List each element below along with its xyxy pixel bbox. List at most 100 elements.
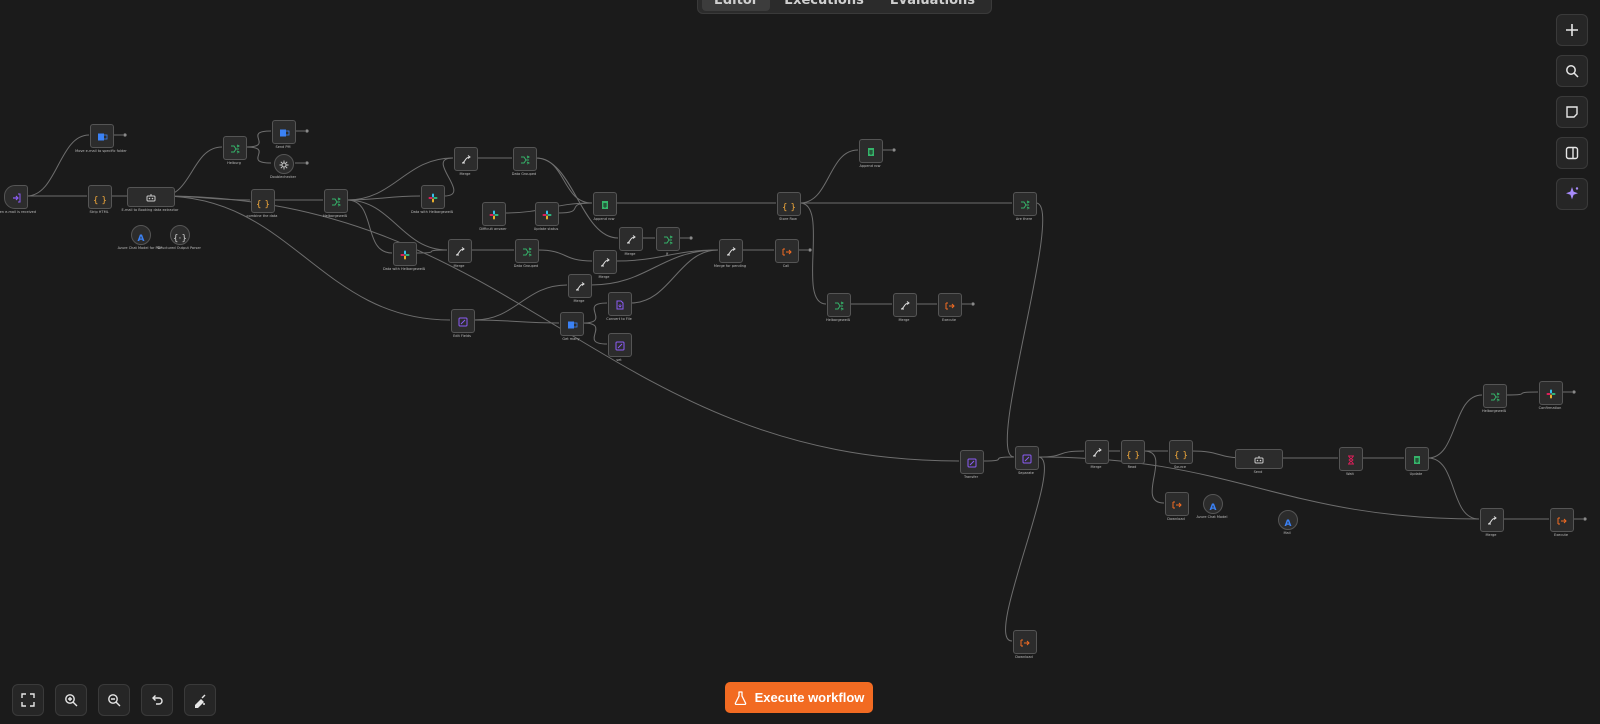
ai-assistant-button[interactable] <box>1556 178 1588 210</box>
workflow-node[interactable]: { } <box>1121 440 1145 464</box>
slack-icon <box>428 188 438 207</box>
undo-button[interactable] <box>141 684 173 716</box>
execute-workflow-button[interactable]: Execute workflow <box>725 682 873 713</box>
workflow-node[interactable]: { } <box>251 189 275 213</box>
connection-edge[interactable] <box>1143 450 1165 504</box>
workflow-node[interactable] <box>593 192 617 216</box>
workflow-node[interactable] <box>560 312 584 336</box>
panel-toggle-button[interactable] <box>1556 137 1588 169</box>
connection-edge[interactable] <box>1427 394 1483 459</box>
output-handle[interactable] <box>123 133 127 137</box>
slack-icon <box>400 245 410 264</box>
tidy-up-button[interactable] <box>184 684 216 716</box>
zoom-in-button[interactable] <box>55 684 87 716</box>
switch-icon <box>230 139 241 158</box>
output-handle[interactable] <box>305 129 309 133</box>
workflow-node[interactable] <box>454 147 478 171</box>
workflow-canvas[interactable] <box>0 0 1600 724</box>
output-handle[interactable] <box>892 148 896 152</box>
workflow-node[interactable] <box>90 124 114 148</box>
connection-edge[interactable] <box>537 249 593 262</box>
workflow-node[interactable] <box>608 292 632 316</box>
connection-edge[interactable] <box>1037 450 1085 458</box>
workflow-node[interactable] <box>274 154 294 174</box>
node-label: Execute <box>942 318 956 322</box>
node-label: Source <box>1173 465 1187 469</box>
workflow-node[interactable] <box>513 147 537 171</box>
workflow-node[interactable] <box>593 250 617 274</box>
connection-edge[interactable] <box>982 456 1015 462</box>
workflow-node[interactable] <box>619 227 643 251</box>
fit-view-button[interactable] <box>12 684 44 716</box>
workflow-node[interactable] <box>127 187 175 207</box>
connection-edge[interactable] <box>1006 202 1044 458</box>
workflow-node[interactable] <box>515 239 539 263</box>
workflow-node[interactable] <box>421 185 445 209</box>
node-label: Update status <box>533 227 559 231</box>
workflow-node[interactable] <box>1235 449 1283 469</box>
workflow-node[interactable] <box>568 274 592 298</box>
output-handle[interactable] <box>689 236 693 240</box>
output-handle[interactable] <box>1572 390 1576 394</box>
workflow-node[interactable]: { } <box>88 185 112 209</box>
connection-edge[interactable] <box>26 134 90 197</box>
sticky-note-button[interactable] <box>1556 96 1588 128</box>
connection-edge[interactable] <box>799 149 859 204</box>
workflow-node[interactable] <box>1405 447 1429 471</box>
workflow-node[interactable] <box>1015 446 1039 470</box>
workflow-node[interactable]: A <box>1278 510 1298 530</box>
workflow-node[interactable] <box>324 189 348 213</box>
output-handle[interactable] <box>808 248 812 252</box>
output-handle[interactable] <box>971 302 975 306</box>
connection-edge[interactable] <box>557 202 593 214</box>
workflow-node[interactable]: {·} <box>170 225 190 245</box>
workflow-node[interactable]: { } <box>777 192 801 216</box>
add-node-button[interactable] <box>1556 14 1588 46</box>
exec-icon <box>1172 495 1182 514</box>
workflow-node[interactable] <box>775 239 799 263</box>
workflow-node[interactable] <box>482 202 506 226</box>
workflow-node[interactable] <box>1339 447 1363 471</box>
workflow-node[interactable]: A <box>1203 494 1223 514</box>
workflow-node[interactable] <box>938 293 962 317</box>
node-label: Store Row <box>779 217 797 221</box>
workflow-node[interactable] <box>1480 508 1504 532</box>
tab-editor[interactable]: Editor <box>702 0 771 11</box>
connection-edge[interactable] <box>1005 456 1045 642</box>
workflow-node[interactable] <box>1483 384 1507 408</box>
workflow-node[interactable] <box>960 450 984 474</box>
tab-evaluations[interactable]: Evaluations <box>878 0 987 11</box>
workflow-node[interactable] <box>1013 192 1037 216</box>
workflow-node[interactable] <box>719 239 743 263</box>
workflow-node[interactable] <box>1085 440 1109 464</box>
workflow-node[interactable] <box>1550 508 1574 532</box>
workflow-node[interactable] <box>893 293 917 317</box>
workflow-node[interactable] <box>1013 630 1037 654</box>
tab-executions[interactable]: Executions <box>772 0 876 11</box>
connection-edge[interactable] <box>1427 457 1480 520</box>
workflow-node[interactable] <box>608 333 632 357</box>
zoom-out-button[interactable] <box>98 684 130 716</box>
workflow-node[interactable] <box>859 139 883 163</box>
workflow-node[interactable] <box>535 202 559 226</box>
connection-edge[interactable] <box>1505 391 1539 396</box>
workflow-node[interactable] <box>1539 381 1563 405</box>
search-button[interactable] <box>1556 55 1588 87</box>
workflow-node[interactable] <box>393 242 417 266</box>
agent-icon <box>145 188 157 207</box>
output-handle[interactable] <box>305 161 309 165</box>
workflow-node[interactable]: A <box>131 225 151 245</box>
mail-icon <box>97 127 108 146</box>
output-handle[interactable] <box>1583 517 1587 521</box>
connection-edge[interactable] <box>535 157 593 204</box>
panel-toggle-icon <box>1565 146 1579 160</box>
workflow-node[interactable] <box>272 120 296 144</box>
workflow-node[interactable] <box>1165 492 1189 516</box>
workflow-node[interactable] <box>827 293 851 317</box>
workflow-node[interactable] <box>451 309 475 333</box>
workflow-node[interactable] <box>4 185 28 209</box>
workflow-node[interactable] <box>656 227 680 251</box>
workflow-node[interactable] <box>448 239 472 263</box>
connection-edge[interactable] <box>346 199 393 254</box>
workflow-node[interactable]: { } <box>1169 440 1193 464</box>
